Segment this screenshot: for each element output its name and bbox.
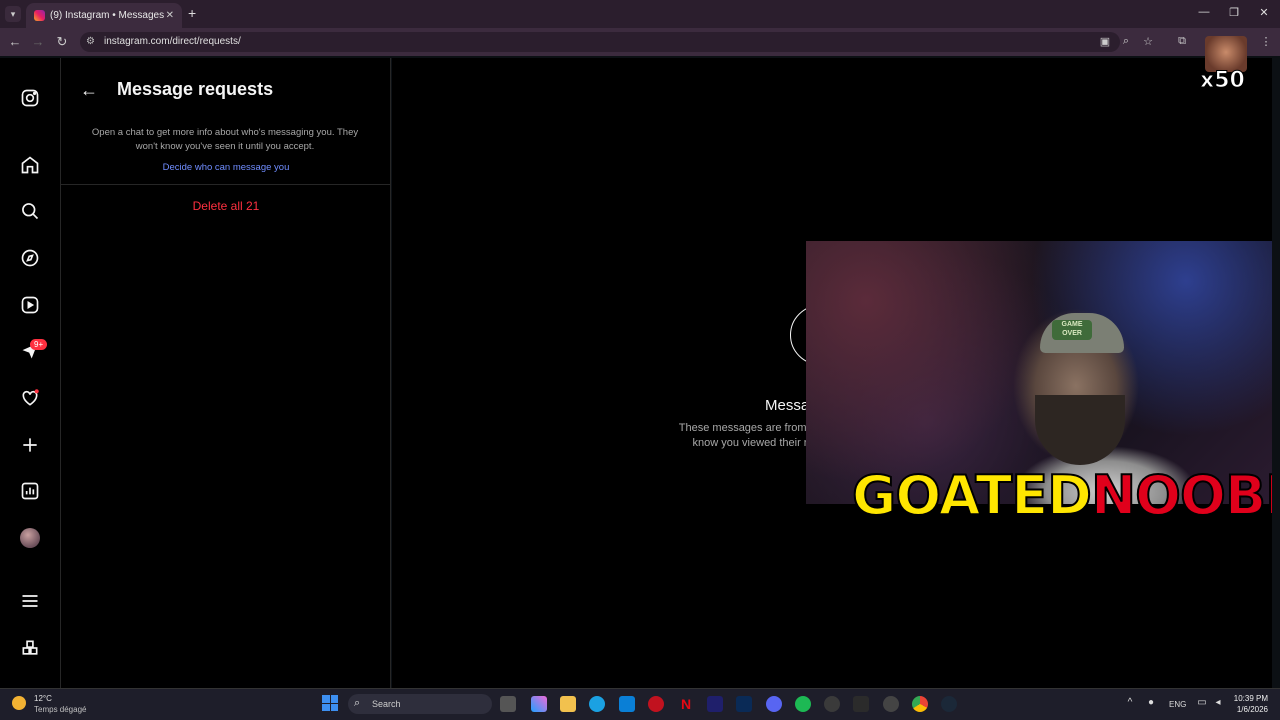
photoshop-icon[interactable] — [736, 696, 752, 712]
microphone-icon[interactable]: ● — [1145, 697, 1157, 708]
clock-time: 10:39 PM — [1233, 694, 1268, 703]
site-info-icon[interactable]: ⚙ — [86, 36, 95, 47]
taskbar-clock[interactable]: 10:39 PM 1/6/2026 — [1232, 693, 1268, 715]
app-gray-icon[interactable] — [824, 696, 840, 712]
explore-icon[interactable] — [18, 246, 42, 270]
back-arrow-icon[interactable]: ← — [80, 80, 98, 101]
delete-all-button[interactable]: Delete all 21 — [61, 199, 391, 213]
also-from-meta-icon[interactable] — [18, 636, 42, 660]
tab-title: (9) Instagram • Messages — [50, 10, 165, 21]
restore-icon[interactable]: ❐ — [1226, 6, 1242, 19]
close-window-icon[interactable]: ✕ — [1256, 6, 1272, 19]
cap-logo: GAME OVER — [1052, 320, 1092, 340]
instagram-logo-icon[interactable] — [18, 86, 42, 110]
copilot-icon[interactable] — [531, 696, 547, 712]
brand-part2: NOOBIE — [1090, 464, 1280, 527]
reels-icon[interactable] — [18, 293, 42, 317]
edge-icon[interactable] — [589, 696, 605, 712]
notifications-heart-icon[interactable] — [18, 386, 42, 410]
multiplier-label: x50 — [1200, 68, 1246, 94]
minimize-icon[interactable]: — — [1196, 6, 1212, 18]
new-tab-icon[interactable]: + — [188, 5, 196, 21]
taskbar-search-label[interactable]: Search — [372, 699, 401, 709]
home-icon[interactable] — [18, 153, 42, 177]
netflix-icon[interactable]: N — [678, 696, 694, 712]
spotify-icon[interactable] — [795, 696, 811, 712]
reload-icon[interactable]: ↻ — [54, 34, 70, 50]
streamer-brand-logo: GOATEDNOOBIE — [851, 464, 1280, 527]
app-red-icon[interactable] — [648, 696, 664, 712]
forward-nav-icon[interactable]: → — [30, 34, 46, 49]
weather-temperature[interactable]: 12°C — [34, 694, 52, 703]
app-game-icon[interactable] — [883, 696, 899, 712]
url-text[interactable]: instagram.com/direct/requests/ — [104, 36, 241, 47]
weather-moon-icon[interactable] — [12, 696, 26, 710]
requests-info-text: Open a chat to get more info about who's… — [91, 127, 359, 152]
divider — [61, 184, 391, 185]
browser-menu-icon[interactable]: ⋮ — [1259, 35, 1273, 48]
weather-condition[interactable]: Temps dégagé — [34, 705, 86, 714]
more-menu-icon[interactable] — [18, 589, 42, 613]
profile-avatar[interactable] — [20, 528, 40, 548]
install-app-icon[interactable]: ▣ — [1098, 35, 1112, 48]
file-explorer-icon[interactable] — [560, 696, 576, 712]
decide-who-can-message-link[interactable]: Decide who can message you — [61, 162, 391, 173]
discord-icon[interactable] — [766, 696, 782, 712]
messages-badge: 9+ — [30, 339, 48, 350]
create-plus-icon[interactable] — [18, 433, 42, 457]
chrome-icon[interactable] — [912, 696, 928, 712]
dashboard-icon[interactable] — [18, 479, 42, 503]
back-nav-icon[interactable]: ← — [7, 34, 23, 49]
tray-overflow-icon[interactable]: ^ — [1124, 697, 1136, 708]
zoom-icon[interactable]: ⌕ — [1119, 35, 1133, 48]
main-title: Messa — [765, 397, 810, 414]
taskbar — [0, 688, 1280, 720]
tab-list-button[interactable]: ▾ — [5, 6, 21, 22]
search-icon[interactable] — [18, 199, 42, 223]
page-title: Message requests — [117, 79, 274, 99]
close-tab-icon[interactable]: ✕ — [166, 10, 174, 21]
language-indicator[interactable]: ENG — [1169, 700, 1186, 709]
volume-icon[interactable]: ◂ — [1212, 697, 1224, 708]
taskbar-search-icon: ⌕ — [354, 697, 361, 709]
windows-start-icon[interactable] — [322, 695, 338, 711]
clock-date: 1/6/2026 — [1236, 705, 1268, 714]
bookmark-star-icon[interactable]: ☆ — [1141, 35, 1155, 48]
store-icon[interactable] — [619, 696, 635, 712]
network-icon[interactable]: ▭ — [1196, 697, 1208, 708]
taskbar-search-box[interactable] — [348, 694, 492, 714]
instagram-favicon-icon — [34, 10, 45, 21]
steam-icon[interactable] — [941, 696, 957, 712]
page-scrollbar[interactable] — [1272, 58, 1280, 688]
premiere-icon[interactable] — [707, 696, 723, 712]
brand-part1: GOATED — [851, 464, 1093, 527]
extensions-icon[interactable]: ⧉ — [1175, 35, 1189, 48]
task-view-icon[interactable] — [500, 696, 516, 712]
profile-thumbnail — [1205, 36, 1247, 72]
browser-tab[interactable]: (9) Instagram • Messages ✕ — [26, 3, 182, 28]
app-terminal-icon[interactable] — [853, 696, 869, 712]
